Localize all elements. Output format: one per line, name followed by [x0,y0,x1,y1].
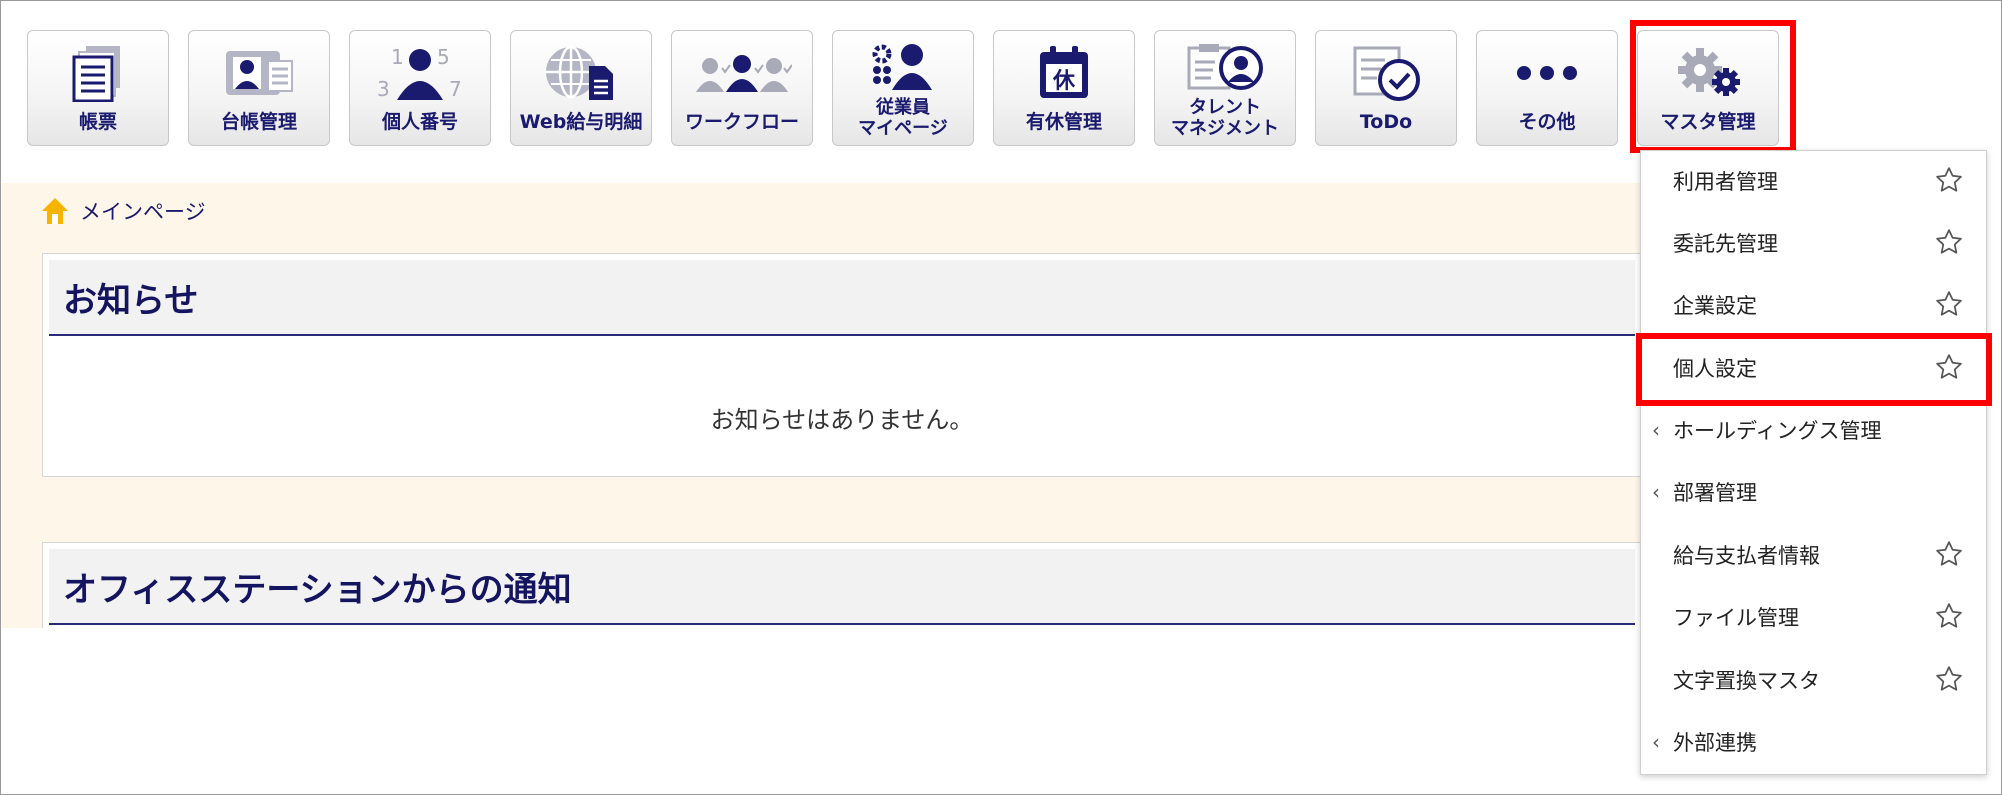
highlight-personal-settings [1636,333,1992,406]
toolbar-button-reports[interactable]: 帳票 [27,30,169,146]
menu-item-label: 文字置換マスタ [1673,669,1820,693]
menu-item-external-integration[interactable]: ‹ 外部連携 [1641,717,1986,767]
menu-item-char-replace-master[interactable]: 文字置換マスタ [1641,655,1986,705]
notices-panel: お知らせ お知らせはありません。 [42,253,1642,477]
menu-item-label: 給与支払者情報 [1673,544,1820,568]
menu-item-label: 委託先管理 [1673,232,1778,256]
toolbar-label: 台帳管理 [220,111,297,133]
menu-item-label: 利用者管理 [1673,170,1778,194]
breadcrumb-label: メインページ [80,200,206,224]
menu-item-contractor-management[interactable]: 委託先管理 [1641,218,1986,268]
menu-item-holdings-management[interactable]: ‹ ホールディングス管理 [1641,405,1986,455]
svg-text:1: 1 [391,45,404,69]
person-number-icon: 1 5 3 7 [350,45,490,101]
menu-item-label: ファイル管理 [1673,606,1799,630]
globe-document-icon [511,45,651,101]
toolbar-button-other[interactable]: その他 [1476,30,1618,146]
star-icon[interactable] [1934,601,1964,631]
chevron-left-icon: ‹ [1652,730,1660,754]
checklist-icon [1316,45,1456,101]
toolbar-button-paid-leave[interactable]: 休 有休管理 [993,30,1135,146]
document-stack-icon [28,45,168,102]
toolbar-button-employee-mypage[interactable]: 従業員 マイページ [832,30,974,146]
office-station-panel: オフィスステーションからの通知 [42,542,1642,628]
star-icon[interactable] [1934,165,1964,195]
toolbar-label: 有休管理 [1025,111,1102,133]
chevron-left-icon: ‹ [1652,480,1660,504]
toolbar-label: タレント マネジメント [1171,97,1279,139]
star-icon[interactable] [1934,539,1964,569]
office-station-title: オフィスステーションからの通知 [49,549,1635,625]
svg-text:休: 休 [1052,69,1076,94]
svg-text:5: 5 [437,45,450,69]
more-dots-icon [1477,45,1617,101]
toolbar-button-web-payslip[interactable]: Web給与明細 [510,30,652,146]
toolbar-button-talent-management[interactable]: タレント マネジメント [1154,30,1296,146]
people-flow-icon [672,45,812,101]
notices-title: お知らせ [49,260,1635,336]
toolbar-label: 帳票 [78,111,117,133]
star-icon[interactable] [1934,664,1964,694]
menu-item-department-management[interactable]: ‹ 部署管理 [1641,467,1986,517]
employee-icon [833,39,973,95]
svg-text:3: 3 [377,77,390,101]
calendar-holiday-icon: 休 [994,45,1134,101]
toolbar-label: 個人番号 [381,111,458,133]
toolbar-label: 従業員 マイページ [858,97,948,139]
star-icon[interactable] [1934,227,1964,257]
master-management-menu: 利用者管理 委託先管理 企業設定 個人設定 ‹ ホールディングス管理 ‹ 部署管… [1640,150,1987,775]
clipboard-person-icon [1155,39,1295,95]
toolbar-label: ToDo [1359,111,1413,133]
menu-item-label: 外部連携 [1673,731,1757,755]
toolbar-button-todo[interactable]: ToDo [1315,30,1457,146]
breadcrumb[interactable]: メインページ [40,194,206,228]
id-card-icon [189,45,329,101]
menu-item-label: 部署管理 [1673,481,1757,505]
home-icon [42,198,68,224]
menu-item-company-settings[interactable]: 企業設定 [1641,280,1986,330]
toolbar-button-ledger[interactable]: 台帳管理 [188,30,330,146]
menu-item-label: 企業設定 [1673,294,1757,318]
svg-text:7: 7 [449,77,462,101]
menu-item-payer-info[interactable]: 給与支払者情報 [1641,530,1986,580]
menu-item-label: ホールディングス管理 [1673,419,1882,443]
highlight-master-management [1630,20,1796,153]
chevron-left-icon: ‹ [1652,418,1660,442]
toolbar-label: ワークフロー [684,111,799,133]
toolbar-label: Web給与明細 [519,111,643,133]
toolbar-button-workflow[interactable]: ワークフロー [671,30,813,146]
star-icon[interactable] [1934,289,1964,319]
toolbar-button-personal-number[interactable]: 1 5 3 7 個人番号 [349,30,491,146]
menu-item-user-management[interactable]: 利用者管理 [1641,156,1986,206]
notices-empty-text: お知らせはありません。 [710,406,974,434]
toolbar-label: その他 [1518,111,1576,133]
menu-item-file-management[interactable]: ファイル管理 [1641,592,1986,642]
